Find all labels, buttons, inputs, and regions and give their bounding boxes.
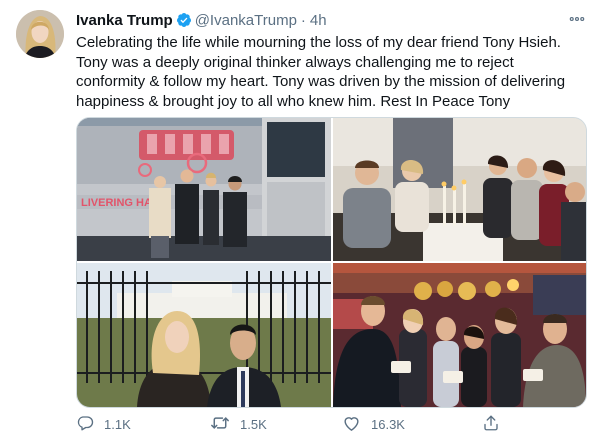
tweet-text: Celebrating the life while mourning the … xyxy=(76,33,586,111)
white-house-photo[interactable] xyxy=(77,263,331,407)
more-options-icon[interactable] xyxy=(566,9,588,29)
action-bar: 1.1K 1.5K 16.3K xyxy=(76,413,576,435)
reply-icon xyxy=(76,414,104,435)
retweet-count: 1.5K xyxy=(240,416,267,432)
like-count: 16.3K xyxy=(371,416,405,432)
bus-photo[interactable]: LIVERING HAPPI xyxy=(77,118,331,261)
retweet-button[interactable]: 1.5K xyxy=(210,413,267,435)
heart-icon xyxy=(342,414,371,435)
dinner-photo[interactable] xyxy=(333,118,586,261)
tweet-body: Celebrating the life while mourning the … xyxy=(76,34,566,110)
reply-button[interactable]: 1.1K xyxy=(76,413,131,435)
share-icon xyxy=(482,414,510,435)
separator-dot: · xyxy=(300,11,306,29)
like-button[interactable]: 16.3K xyxy=(342,413,405,435)
share-button[interactable] xyxy=(482,413,510,435)
tweet-header: Ivanka Trump @IvankaTrump · 4h xyxy=(76,11,327,29)
casino-photo[interactable] xyxy=(333,263,586,407)
timestamp[interactable]: 4h xyxy=(310,12,327,29)
tweet[interactable]: Ivanka Trump @IvankaTrump · 4h Celebrati… xyxy=(0,0,597,445)
avatar[interactable] xyxy=(16,10,64,58)
media-grid: LIVERING HAPPI xyxy=(76,117,587,408)
verified-badge-icon xyxy=(176,12,192,28)
reply-count: 1.1K xyxy=(104,416,131,432)
display-name[interactable]: Ivanka Trump xyxy=(76,12,173,29)
user-handle[interactable]: @IvankaTrump xyxy=(195,12,297,29)
retweet-icon xyxy=(210,414,240,435)
